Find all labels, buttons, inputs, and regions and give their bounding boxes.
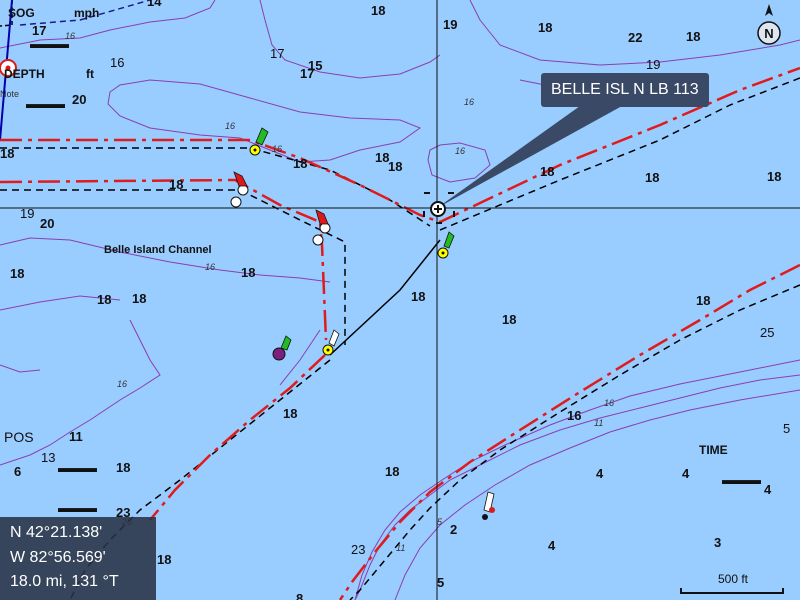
time-label: TIME (699, 443, 728, 457)
sounding: 18 (388, 159, 402, 174)
depth-unit: ft (86, 67, 94, 81)
pos-label: POS (4, 429, 34, 445)
sounding: 16 (110, 55, 124, 70)
sounding: 5 (783, 421, 790, 436)
sounding: 18 (293, 156, 307, 171)
longitude-readout: W 82°56.569' (10, 549, 106, 566)
sounding: 18 (538, 20, 552, 35)
sounding: 14 (147, 0, 162, 9)
pos-value-2: ▬▬▬ (58, 500, 97, 515)
range-bearing-readout: 18.0 mi, 131 °T (10, 573, 119, 590)
sounding: 19 (20, 206, 34, 221)
sounding: 18 (157, 552, 171, 567)
sounding: 8 (296, 591, 303, 600)
sounding: 25 (760, 325, 774, 340)
sounding: 13 (41, 450, 55, 465)
waypoint-tooltip[interactable]: BELLE ISL N LB 113 (541, 73, 709, 107)
sounding: 19 (443, 17, 457, 32)
contour-label: 11 (594, 418, 603, 428)
sog-unit: mph (74, 6, 99, 20)
sog-label: SOG (8, 6, 35, 20)
sounding: 18 (645, 170, 659, 185)
pos-value: ▬▬▬ (58, 460, 97, 475)
tooltip-text: BELLE ISL N LB 113 (551, 81, 699, 98)
contour-label: 16 (117, 379, 127, 389)
sounding: 19 (646, 57, 660, 72)
contour-label: 16 (205, 262, 215, 272)
note-label: Note (0, 89, 19, 99)
sounding: 18 (241, 265, 255, 280)
contour-label: 16 (272, 144, 282, 154)
sounding: 18 (686, 29, 700, 44)
sounding: 4 (596, 466, 604, 481)
contour-label: 11 (396, 543, 405, 553)
sounding: 18 (0, 146, 14, 161)
scale-bar: 500 ft (676, 572, 790, 596)
sounding: 4 (682, 466, 690, 481)
sounding: 4 (548, 538, 556, 553)
sounding: 6 (14, 464, 21, 479)
sounding: 22 (628, 30, 642, 45)
sounding: 18 (10, 266, 24, 281)
sounding: 15 (308, 58, 322, 73)
sounding: 16 (567, 408, 581, 423)
depth-value: ▬▬▬ (26, 96, 65, 111)
compass-label: N (764, 26, 773, 41)
contour-label: 16 (464, 97, 474, 107)
sounding: 2 (450, 522, 457, 537)
sounding: 18 (696, 293, 710, 308)
time-value: ▬▬▬ (722, 472, 761, 487)
sounding: 18 (97, 292, 111, 307)
contour-label: 16 (604, 398, 614, 408)
contour-label: 16 (455, 146, 465, 156)
sounding: 11 (69, 429, 83, 444)
scale-label: 500 ft (717, 572, 749, 586)
sounding: 18 (502, 312, 516, 327)
position-panel: N 42°21.138' W 82°56.569' 18.0 mi, 131 °… (0, 517, 156, 600)
sounding: 18 (385, 464, 399, 479)
sounding: 5 (437, 575, 444, 590)
sog-value: ▬▬▬ (30, 36, 69, 51)
contour-label: 16 (225, 121, 235, 131)
sounding: 18 (132, 291, 146, 306)
sounding: 17 (270, 46, 284, 61)
sounding: 20 (72, 92, 86, 107)
north-arrow-icon[interactable]: N (754, 2, 784, 46)
latitude-readout: N 42°21.138' (10, 524, 103, 541)
channel-label: Belle Island Channel (104, 244, 212, 256)
scale-line (680, 588, 784, 594)
sounding: 4 (764, 482, 772, 497)
sounding: 18 (767, 169, 781, 184)
sounding: 18 (116, 460, 130, 475)
sounding: 23 (351, 542, 365, 557)
sounding: 18 (411, 289, 425, 304)
depth-label: DEPTH (4, 67, 45, 81)
sounding: 3 (714, 535, 721, 550)
sounding: 18 (371, 3, 385, 18)
sounding: 20 (40, 216, 54, 231)
sounding: 18 (283, 406, 297, 421)
sounding: 18 (540, 164, 554, 179)
sounding: 18 (169, 177, 183, 192)
